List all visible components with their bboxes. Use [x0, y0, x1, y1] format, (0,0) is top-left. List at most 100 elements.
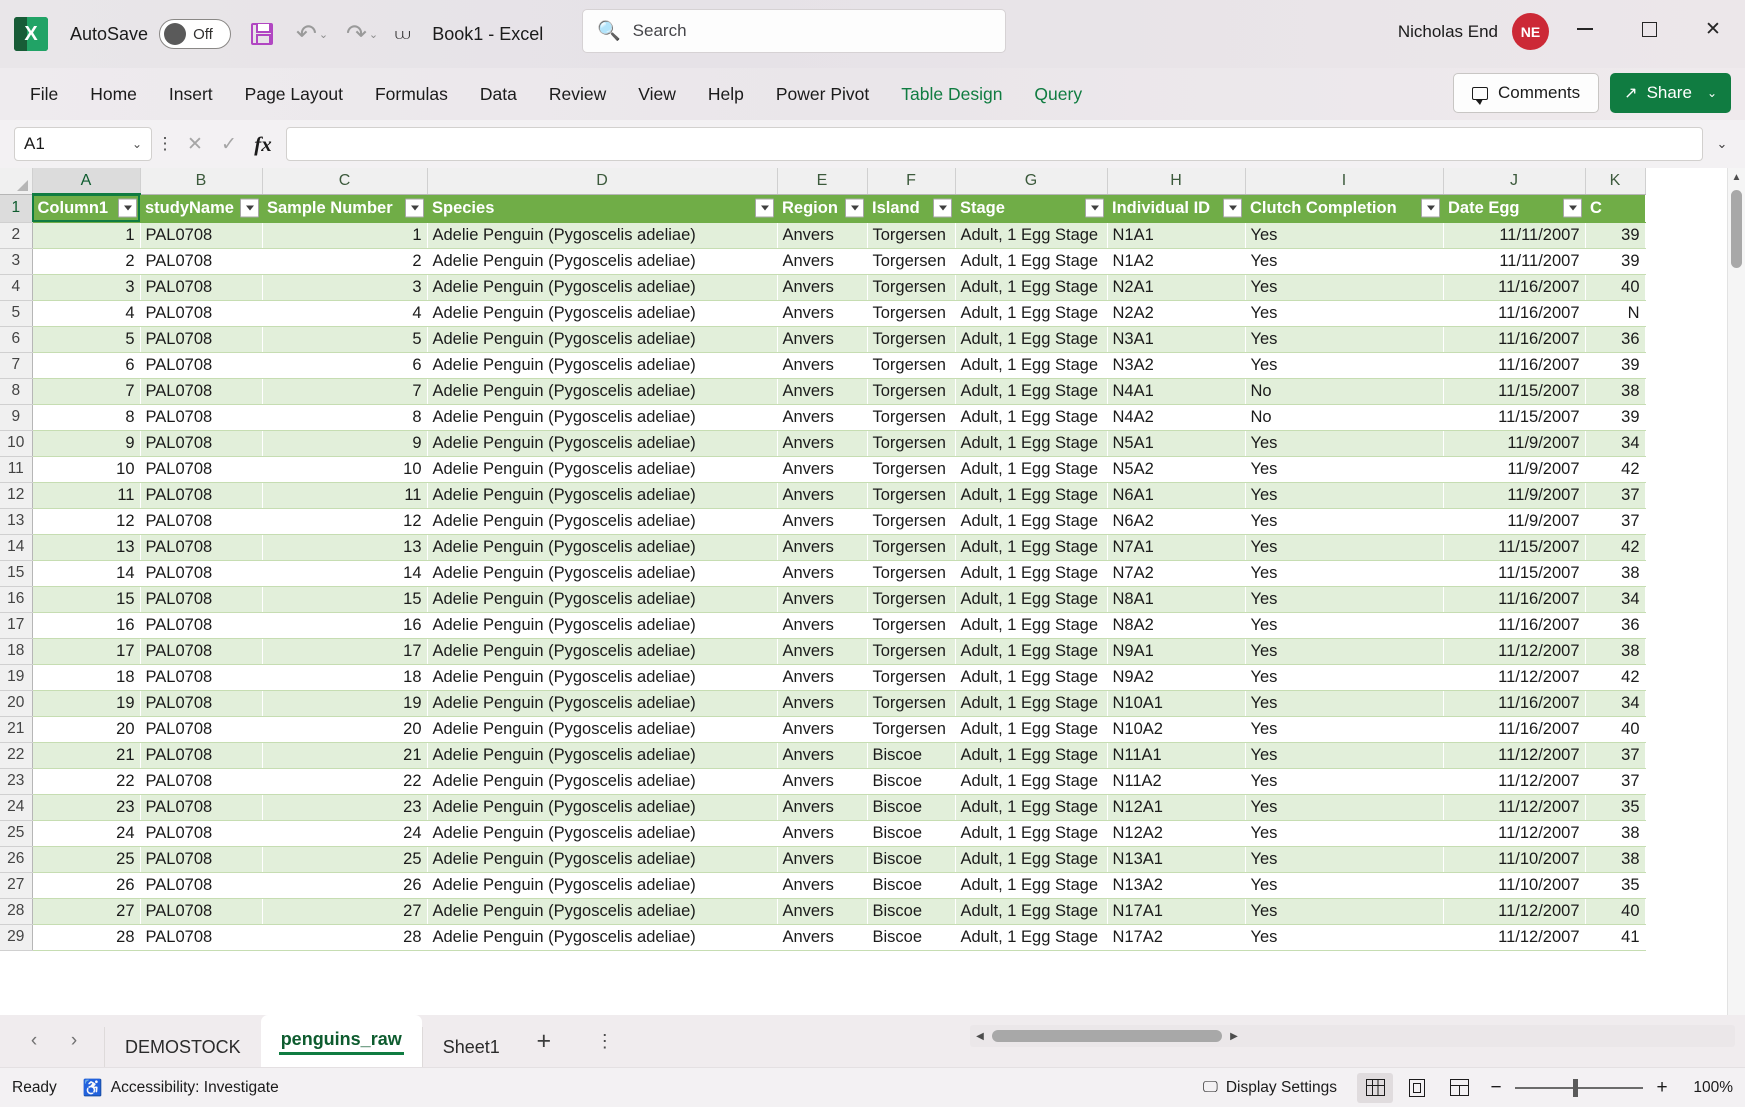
- cell[interactable]: Yes: [1245, 274, 1443, 300]
- cell[interactable]: 8: [32, 404, 140, 430]
- ribbon-tab-power-pivot[interactable]: Power Pivot: [760, 78, 885, 111]
- table-row[interactable]: 2827PAL070827Adelie Penguin (Pygoscelis …: [0, 898, 1645, 924]
- sheet-options-icon[interactable]: ⋮: [596, 1031, 614, 1052]
- cell[interactable]: Biscoe: [867, 794, 955, 820]
- cell[interactable]: 14: [262, 560, 427, 586]
- zoom-level-label[interactable]: 100%: [1681, 1079, 1733, 1097]
- cell[interactable]: 11/16/2007: [1443, 326, 1585, 352]
- cell[interactable]: 11/16/2007: [1443, 352, 1585, 378]
- cell[interactable]: N12A1: [1107, 794, 1245, 820]
- scroll-left-button[interactable]: ◀: [970, 1031, 990, 1042]
- row-header-23[interactable]: 23: [0, 768, 32, 794]
- cell[interactable]: 12: [262, 508, 427, 534]
- cell[interactable]: N3A2: [1107, 352, 1245, 378]
- cell[interactable]: 11/12/2007: [1443, 638, 1585, 664]
- table-row[interactable]: 21PAL07081Adelie Penguin (Pygoscelis ade…: [0, 222, 1645, 248]
- table-row[interactable]: 54PAL07084Adelie Penguin (Pygoscelis ade…: [0, 300, 1645, 326]
- cell[interactable]: N6A1: [1107, 482, 1245, 508]
- cell[interactable]: PAL0708: [140, 378, 262, 404]
- cell[interactable]: 26: [32, 872, 140, 898]
- cell[interactable]: PAL0708: [140, 560, 262, 586]
- filter-dropdown-icon[interactable]: [1421, 199, 1440, 218]
- row-header-8[interactable]: 8: [0, 378, 32, 404]
- ribbon-tab-query[interactable]: Query: [1018, 78, 1098, 111]
- cell[interactable]: PAL0708: [140, 430, 262, 456]
- cell[interactable]: Anvers: [777, 742, 867, 768]
- cell[interactable]: Anvers: [777, 612, 867, 638]
- cell[interactable]: 11/16/2007: [1443, 274, 1585, 300]
- table-row[interactable]: 1413PAL070813Adelie Penguin (Pygoscelis …: [0, 534, 1645, 560]
- cell[interactable]: Torgersen: [867, 586, 955, 612]
- row-header-17[interactable]: 17: [0, 612, 32, 638]
- cell[interactable]: Yes: [1245, 664, 1443, 690]
- scroll-up-button[interactable]: ▲: [1728, 168, 1745, 186]
- row-header-5[interactable]: 5: [0, 300, 32, 326]
- filter-dropdown-icon[interactable]: [240, 199, 259, 218]
- cell[interactable]: 11/16/2007: [1443, 300, 1585, 326]
- cell[interactable]: N4A1: [1107, 378, 1245, 404]
- cell[interactable]: 11/12/2007: [1443, 742, 1585, 768]
- table-row[interactable]: 2221PAL070821Adelie Penguin (Pygoscelis …: [0, 742, 1645, 768]
- zoom-slider-handle[interactable]: [1573, 1079, 1578, 1097]
- cell[interactable]: PAL0708: [140, 768, 262, 794]
- table-row[interactable]: 76PAL07086Adelie Penguin (Pygoscelis ade…: [0, 352, 1645, 378]
- cell[interactable]: Adult, 1 Egg Stage: [955, 586, 1107, 612]
- cell[interactable]: 10: [32, 456, 140, 482]
- cell[interactable]: 11/9/2007: [1443, 508, 1585, 534]
- zoom-out-button[interactable]: −: [1483, 1077, 1509, 1099]
- cell[interactable]: 5: [32, 326, 140, 352]
- row-header-12[interactable]: 12: [0, 482, 32, 508]
- cell[interactable]: Adelie Penguin (Pygoscelis adeliae): [427, 924, 777, 950]
- expand-formula-bar-button[interactable]: ⌄: [1707, 127, 1737, 161]
- cell[interactable]: 40: [1585, 716, 1645, 742]
- cell[interactable]: Torgersen: [867, 274, 955, 300]
- cell[interactable]: 11: [262, 482, 427, 508]
- cell[interactable]: 24: [32, 820, 140, 846]
- table-column-header-4[interactable]: Region: [777, 194, 867, 222]
- cell[interactable]: N7A2: [1107, 560, 1245, 586]
- autosave-toggle[interactable]: Off: [159, 19, 231, 49]
- cell[interactable]: PAL0708: [140, 326, 262, 352]
- cell[interactable]: Biscoe: [867, 924, 955, 950]
- cell[interactable]: 22: [32, 768, 140, 794]
- save-button[interactable]: [243, 15, 281, 53]
- redo-button[interactable]: ↷⌄: [343, 15, 381, 53]
- cell[interactable]: 20: [262, 716, 427, 742]
- table-column-header-3[interactable]: Species: [427, 194, 777, 222]
- cell[interactable]: Yes: [1245, 560, 1443, 586]
- cell[interactable]: 7: [32, 378, 140, 404]
- table-column-header-6[interactable]: Stage: [955, 194, 1107, 222]
- cell[interactable]: 34: [1585, 430, 1645, 456]
- cell[interactable]: 11/9/2007: [1443, 456, 1585, 482]
- table-column-header-7[interactable]: Individual ID: [1107, 194, 1245, 222]
- cell[interactable]: Adult, 1 Egg Stage: [955, 326, 1107, 352]
- row-header-28[interactable]: 28: [0, 898, 32, 924]
- cell[interactable]: Biscoe: [867, 768, 955, 794]
- cell[interactable]: 11/12/2007: [1443, 898, 1585, 924]
- cell[interactable]: 40: [1585, 898, 1645, 924]
- cell[interactable]: Torgersen: [867, 378, 955, 404]
- cell[interactable]: 11/12/2007: [1443, 768, 1585, 794]
- column-header-I[interactable]: I: [1245, 168, 1443, 194]
- cell[interactable]: Anvers: [777, 820, 867, 846]
- name-box[interactable]: A1 ⌄: [14, 127, 152, 161]
- cell[interactable]: 11/16/2007: [1443, 612, 1585, 638]
- table-column-header-8[interactable]: Clutch Completion: [1245, 194, 1443, 222]
- cell[interactable]: 21: [262, 742, 427, 768]
- cell[interactable]: Anvers: [777, 638, 867, 664]
- confirm-entry-button[interactable]: ✓: [212, 127, 246, 161]
- cell[interactable]: Adult, 1 Egg Stage: [955, 742, 1107, 768]
- cell[interactable]: 17: [262, 638, 427, 664]
- cell[interactable]: 2: [32, 248, 140, 274]
- table-row[interactable]: 1110PAL070810Adelie Penguin (Pygoscelis …: [0, 456, 1645, 482]
- zoom-slider[interactable]: [1515, 1087, 1643, 1089]
- filter-dropdown-icon[interactable]: [933, 199, 952, 218]
- cell[interactable]: 4: [262, 300, 427, 326]
- column-header-J[interactable]: J: [1443, 168, 1585, 194]
- cell[interactable]: Adelie Penguin (Pygoscelis adeliae): [427, 872, 777, 898]
- row-header-14[interactable]: 14: [0, 534, 32, 560]
- cell[interactable]: 11/16/2007: [1443, 586, 1585, 612]
- cell[interactable]: 1: [262, 222, 427, 248]
- row-header-10[interactable]: 10: [0, 430, 32, 456]
- table-row[interactable]: 2120PAL070820Adelie Penguin (Pygoscelis …: [0, 716, 1645, 742]
